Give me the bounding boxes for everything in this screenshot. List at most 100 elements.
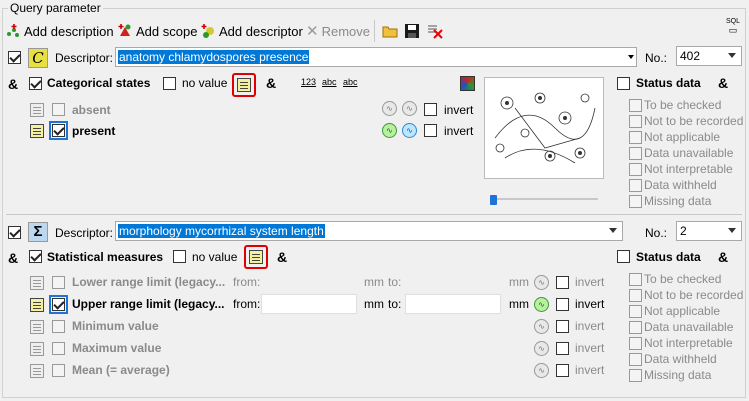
descriptor2-no-combo[interactable]: 2 (676, 221, 742, 241)
wave-icon[interactable]: ∿ (534, 363, 549, 378)
measure-label: Upper range limit (legacy... (72, 297, 225, 311)
invert-checkbox[interactable] (424, 103, 437, 116)
wave-icon[interactable]: ∿ (534, 319, 549, 334)
status-item-label: Data withheld (644, 178, 717, 192)
status-item-checkbox[interactable] (629, 99, 642, 112)
save-icon[interactable] (404, 23, 420, 39)
add-scope-button[interactable]: Add scope (117, 21, 197, 41)
descriptor1-checkbox[interactable] (8, 51, 21, 64)
numeric-sort-icon[interactable]: 123 (301, 77, 316, 87)
image-slider-track[interactable] (490, 198, 598, 200)
status-item-checkbox[interactable] (629, 321, 642, 334)
invert-checkbox[interactable] (556, 342, 569, 355)
measure-checkbox[interactable] (49, 295, 68, 314)
measure-checkbox[interactable] (52, 364, 65, 377)
no-value-checkbox[interactable] (173, 250, 186, 263)
wave-icon[interactable]: ∿ (402, 123, 417, 138)
status-item-checkbox[interactable] (629, 369, 642, 382)
alpha-sort-icon[interactable]: abc (322, 77, 337, 87)
measure-checkbox[interactable] (52, 276, 65, 289)
invert-checkbox[interactable] (556, 298, 569, 311)
wave-icon[interactable]: ∿ (382, 123, 397, 138)
invert-checkbox[interactable] (556, 364, 569, 377)
state-checkbox-absent[interactable] (52, 103, 65, 116)
status-item-checkbox[interactable] (629, 273, 642, 286)
measure-status-icon[interactable] (30, 276, 44, 290)
descriptor1-dropdown-icon[interactable] (625, 47, 637, 67)
image-slider-handle[interactable] (490, 195, 497, 205)
descriptor1-no-combo[interactable]: 402 (676, 46, 742, 66)
add-description-icon (7, 24, 19, 37)
status-item-label: Missing data (644, 194, 712, 208)
status-button-icon[interactable] (249, 250, 263, 264)
alpha-sort-desc-icon[interactable]: abc (343, 77, 358, 87)
status-item-checkbox[interactable] (629, 305, 642, 318)
section-divider (6, 214, 742, 215)
status-item-checkbox[interactable] (629, 147, 642, 160)
state-label-present: present (72, 124, 116, 138)
state-status-icon[interactable] (30, 103, 44, 117)
measure-status-icon[interactable] (30, 342, 44, 356)
status-item-label: To be checked (644, 98, 722, 112)
status-item-checkbox[interactable] (629, 131, 642, 144)
status-item-checkbox[interactable] (629, 337, 642, 350)
unit-label: mm (364, 297, 384, 311)
descriptor2-checkbox[interactable] (8, 226, 21, 239)
measure-label: Lower range limit (legacy... (72, 275, 226, 289)
statistical-measures-checkbox[interactable] (29, 250, 42, 263)
toolbar-separator (374, 20, 375, 42)
descriptor2-no-label: No.: (645, 226, 668, 240)
to-input[interactable] (405, 294, 501, 314)
measure-checkbox[interactable] (52, 342, 65, 355)
measure-status-icon[interactable] (30, 320, 44, 334)
status-data-checkbox[interactable] (617, 250, 630, 263)
status-item-checkbox[interactable] (629, 179, 642, 192)
status-item-checkbox[interactable] (629, 353, 642, 366)
invert-checkbox[interactable] (556, 276, 569, 289)
measure-checkbox[interactable] (52, 320, 65, 333)
wave-icon[interactable]: ∿ (534, 297, 549, 312)
remove-button[interactable]: ✕ Remove (306, 21, 370, 41)
categorical-states-checkbox[interactable] (29, 77, 42, 90)
status-item-checkbox[interactable] (629, 163, 642, 176)
add-description-button[interactable]: Add description (5, 21, 114, 41)
wave-icon[interactable]: ∿ (402, 101, 417, 116)
measure-label: Mean (= average) (72, 363, 170, 377)
sql-icon[interactable]: SQL ▭ (722, 18, 744, 38)
invert-checkbox[interactable] (556, 320, 569, 333)
status-item-checkbox[interactable] (629, 195, 642, 208)
status-item-label: Missing data (644, 368, 712, 382)
clear-query-icon[interactable] (426, 22, 444, 40)
status-item-checkbox[interactable] (629, 289, 642, 302)
measure-status-icon[interactable] (30, 298, 44, 312)
state-status-icon[interactable] (30, 124, 44, 138)
invert-checkbox[interactable] (424, 124, 437, 137)
status-data-checkbox[interactable] (617, 77, 630, 90)
no-value-checkbox[interactable] (163, 77, 176, 90)
chevron-down-icon (728, 53, 736, 58)
status-item-label: Data withheld (644, 352, 717, 366)
add-scope-icon (118, 24, 131, 36)
descriptor-image[interactable] (484, 77, 604, 179)
from-label: from: (233, 297, 261, 311)
wave-icon[interactable]: ∿ (534, 341, 549, 356)
and-operator: & (266, 75, 277, 91)
state-checkbox-present[interactable] (49, 121, 68, 140)
add-descriptor-button[interactable]: Add descriptor (200, 21, 303, 41)
measure-status-icon[interactable] (30, 364, 44, 378)
status-item-checkbox[interactable] (629, 115, 642, 128)
unit-label: mm (509, 275, 529, 289)
categorical-states-label: Categorical states (47, 76, 151, 90)
descriptor1-no-label: No.: (645, 51, 668, 65)
wave-icon[interactable]: ∿ (534, 275, 549, 290)
invert-label: invert (444, 124, 474, 138)
status-item-label: Data unavailable (644, 146, 734, 160)
descriptor2-combo[interactable]: morphology mycorrhizal system length (115, 221, 623, 241)
color-grid-icon[interactable] (460, 76, 475, 91)
from-input[interactable] (261, 294, 357, 314)
status-item-label: Data unavailable (644, 320, 734, 334)
open-folder-icon[interactable] (382, 23, 399, 39)
descriptor1-combo[interactable]: anatomy chlamydospores presence (115, 47, 637, 67)
wave-icon[interactable]: ∿ (382, 101, 397, 116)
status-button-icon[interactable] (237, 78, 251, 92)
